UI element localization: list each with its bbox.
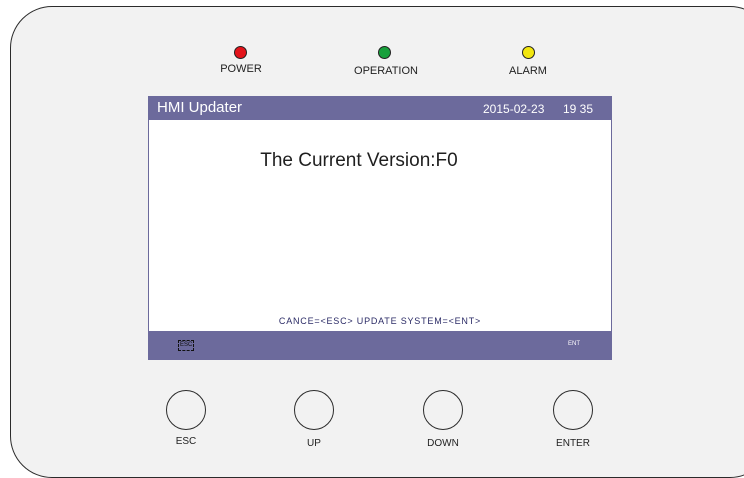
operation-led-label: OPERATION (354, 65, 418, 77)
current-version-text: The Current Version:F0 (260, 150, 458, 171)
key-hint-text: CANCE=<ESC> UPDATE SYSTEM=<ENT> (278, 316, 482, 326)
up-button[interactable] (294, 390, 334, 430)
alarm-led-icon (522, 46, 535, 59)
screen-body: The Current Version:F0 CANCE=<ESC> UPDAT… (149, 120, 611, 331)
power-led-label: POWER (220, 63, 262, 75)
alarm-led-label: ALARM (509, 65, 547, 77)
screen-title: HMI Updater (157, 99, 243, 116)
up-button-label: UP (307, 438, 321, 449)
enter-button-label: ENTER (556, 438, 590, 449)
lcd-screen: HMI Updater 2015-02-23 19 35 The Current… (148, 96, 612, 360)
down-button[interactable] (423, 390, 463, 430)
power-led-icon (234, 46, 247, 59)
screen-header: HMI Updater 2015-02-23 19 35 (148, 96, 612, 120)
esc-soft-key[interactable]: ESC (178, 340, 195, 351)
screen-footer: ESC ENT (148, 331, 612, 360)
operation-led-icon (378, 46, 391, 59)
esc-button[interactable] (166, 390, 206, 430)
esc-button-label: ESC (175, 436, 197, 447)
header-date: 2015-02-23 (483, 102, 545, 116)
ent-soft-key[interactable]: ENT (568, 341, 580, 347)
down-button-label: DOWN (427, 438, 459, 449)
enter-button[interactable] (553, 390, 593, 430)
header-time: 19 35 (563, 102, 594, 116)
